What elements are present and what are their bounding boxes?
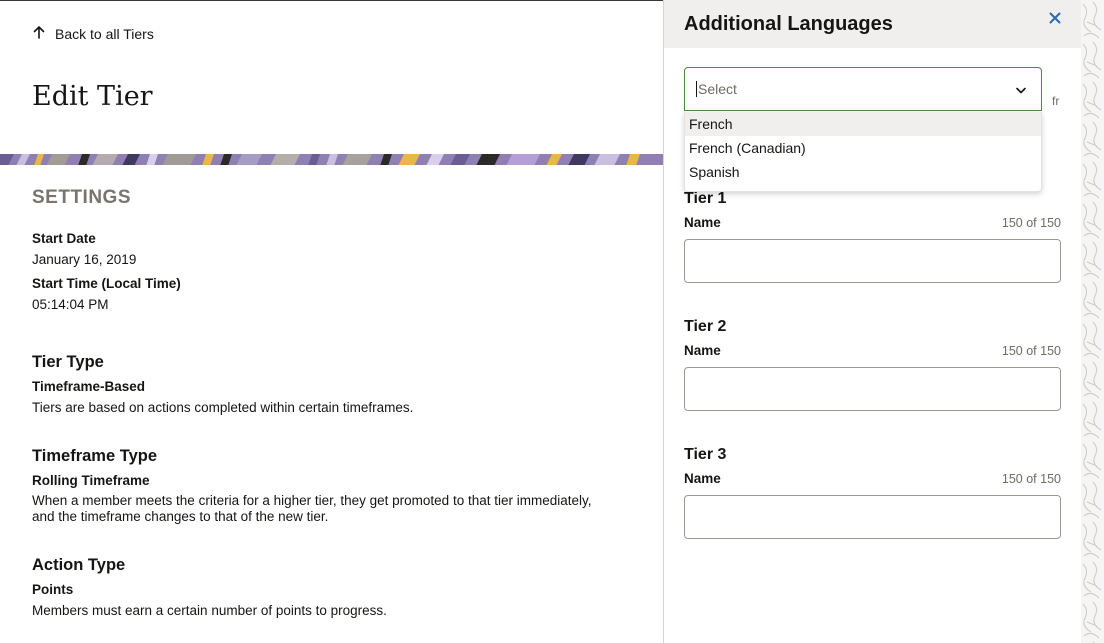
back-link-label: Back to all Tiers — [55, 25, 154, 42]
tier-3-section: Tier 3 Name 150 of 150 — [684, 445, 1061, 539]
tier-1-name-label: Name — [684, 215, 721, 230]
tier-type-value: Timeframe-Based — [32, 379, 146, 394]
arrow-up-icon — [32, 25, 46, 42]
action-type-value: Points — [32, 582, 74, 597]
tier-2-title: Tier 2 — [684, 318, 727, 335]
tier-type-heading: Tier Type — [32, 353, 104, 371]
language-dropdown-list: French French (Canadian) Spanish — [684, 112, 1042, 192]
tier-1-title: Tier 1 — [684, 190, 727, 207]
start-date-value: January 16, 2019 — [32, 252, 137, 267]
settings-heading: SETTINGS — [32, 187, 132, 208]
language-select-placeholder: Select — [696, 81, 737, 97]
language-select[interactable]: Select — [684, 67, 1042, 111]
panel-header: Additional Languages — [664, 0, 1081, 48]
back-to-tiers-link[interactable]: Back to all Tiers — [32, 25, 154, 42]
tier-1-name-input[interactable] — [684, 239, 1061, 283]
page-title: Edit Tier — [32, 81, 153, 112]
decorative-pattern-strip — [1081, 0, 1104, 643]
tier-2-name-input[interactable] — [684, 367, 1061, 411]
start-time-label: Start Time (Local Time) — [32, 276, 181, 291]
start-time-value: 05:14:04 PM — [32, 297, 109, 312]
tier-settings: SETTINGS Start Date January 16, 2019 Sta… — [32, 187, 632, 619]
action-type-description: Members must earn a certain number of po… — [32, 603, 387, 618]
timeframe-type-heading: Timeframe Type — [32, 447, 158, 465]
tier-3-name-label: Name — [684, 471, 721, 486]
tier-2-name-label: Name — [684, 343, 721, 358]
timeframe-type-description-line2: and the timeframe changes to that of the… — [32, 509, 329, 524]
tier-2-section: Tier 2 Name 150 of 150 — [684, 317, 1061, 411]
tier-3-title: Tier 3 — [684, 446, 727, 463]
start-date-label: Start Date — [32, 231, 96, 246]
timeframe-type-description-line1: When a member meets the criteria for a h… — [32, 493, 592, 508]
tier-2-char-counter: 150 of 150 — [1001, 344, 1061, 358]
tier-type-description: Tiers are based on actions completed wit… — [32, 400, 414, 415]
panel-title: Additional Languages — [684, 13, 893, 35]
close-icon[interactable] — [1046, 9, 1064, 27]
timeframe-type-value: Rolling Timeframe — [32, 473, 150, 488]
tier-1-section: Tier 1 Name 150 of 150 — [684, 189, 1061, 283]
tier-3-char-counter: 150 of 150 — [1001, 472, 1061, 486]
edit-tier-page: Back to all Tiers Edit Tier SETTINGS Sta… — [0, 0, 663, 643]
language-option-french[interactable]: French — [685, 112, 1041, 136]
additional-languages-panel: Additional Languages Select fr French Fr… — [664, 0, 1081, 643]
language-option-spanish[interactable]: Spanish — [685, 160, 1041, 184]
chevron-down-icon[interactable] — [1015, 83, 1027, 95]
tier-3-name-input[interactable] — [684, 495, 1061, 539]
action-type-heading: Action Type — [32, 556, 126, 574]
language-option-french-canadian[interactable]: French (Canadian) — [685, 136, 1041, 160]
decorative-banner — [0, 153, 663, 165]
language-code: fr — [1052, 94, 1060, 108]
tier-1-char-counter: 150 of 150 — [1001, 216, 1061, 230]
